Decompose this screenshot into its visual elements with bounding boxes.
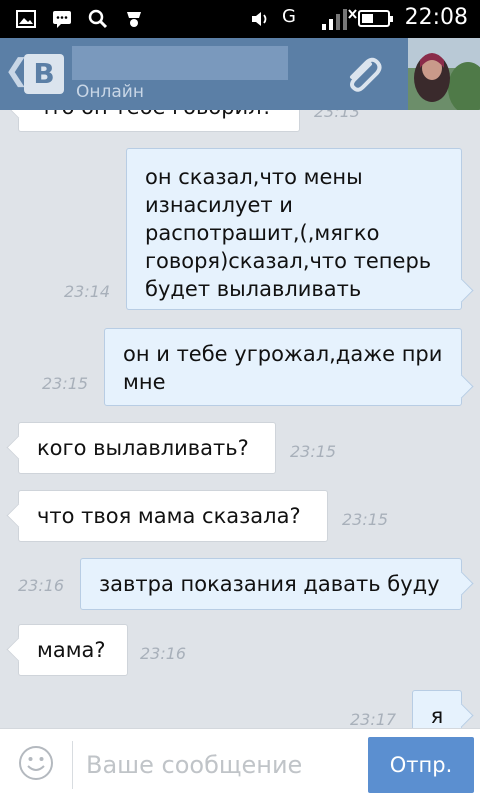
message-time: 23:16 <box>140 644 187 663</box>
message-text: что он тебе говорил? <box>37 110 273 119</box>
network-type: G <box>282 6 296 27</box>
message-bubble-incoming[interactable]: что он тебе говорил? <box>18 110 300 132</box>
message-bubble-incoming[interactable]: кого вылавливать? <box>18 422 276 474</box>
message-list[interactable]: что он тебе говорил? 23:13 23:14 он сказ… <box>0 110 480 728</box>
message-time: 23:15 <box>42 374 89 393</box>
app-notification-icon <box>127 12 141 27</box>
gallery-icon <box>16 10 36 28</box>
search-icon <box>88 9 108 29</box>
contact-avatar[interactable] <box>408 38 480 110</box>
message-bubble-outgoing[interactable]: я <box>412 690 462 728</box>
message-time: 23:13 <box>314 110 361 121</box>
message-text: кого вылавливать? <box>37 436 249 460</box>
message-time: 23:17 <box>350 710 397 728</box>
status-bar: G 22:08 <box>0 0 480 38</box>
message-time: 23:14 <box>64 282 111 301</box>
message-bubble-incoming[interactable]: что твоя мама сказала? <box>18 490 328 542</box>
message-bubble-incoming[interactable]: мама? <box>18 624 128 676</box>
message-text: мама? <box>37 638 106 662</box>
message-time: 23:16 <box>18 576 65 595</box>
message-input[interactable] <box>86 743 356 787</box>
message-text: я <box>430 704 444 728</box>
message-time: 23:15 <box>290 442 337 461</box>
message-bubble-outgoing[interactable]: он сказал,что мены изнасилует и распотра… <box>126 148 462 310</box>
battery-icon <box>358 10 393 27</box>
composer-bar: Отпр. <box>0 728 480 800</box>
message-bubble-outgoing[interactable]: он и тебе угрожал,даже при мне <box>104 328 462 406</box>
signal-icon <box>322 9 357 30</box>
contact-name-redacted <box>72 46 288 80</box>
emoji-smile-icon[interactable] <box>18 745 54 781</box>
clock: 22:08 <box>404 5 468 30</box>
message-text: что твоя мама сказала? <box>37 504 301 528</box>
vk-logo[interactable]: B <box>24 54 64 94</box>
message-text: он и тебе угрожал,даже при мне <box>123 342 443 394</box>
message-time: 23:15 <box>342 510 389 529</box>
contact-status: Онлайн <box>76 82 144 102</box>
message-text: он сказал,что мены изнасилует и распотра… <box>145 165 432 301</box>
volume-icon <box>252 12 267 26</box>
chat-header: ❮ B Онлайн <box>0 38 480 110</box>
send-button[interactable]: Отпр. <box>368 737 474 793</box>
message-icon <box>53 11 71 28</box>
message-text: завтра показания давать буду <box>99 572 440 596</box>
composer-divider <box>72 741 73 789</box>
attach-paperclip-icon[interactable] <box>340 52 386 98</box>
message-bubble-outgoing[interactable]: завтра показания давать буду <box>80 558 462 610</box>
